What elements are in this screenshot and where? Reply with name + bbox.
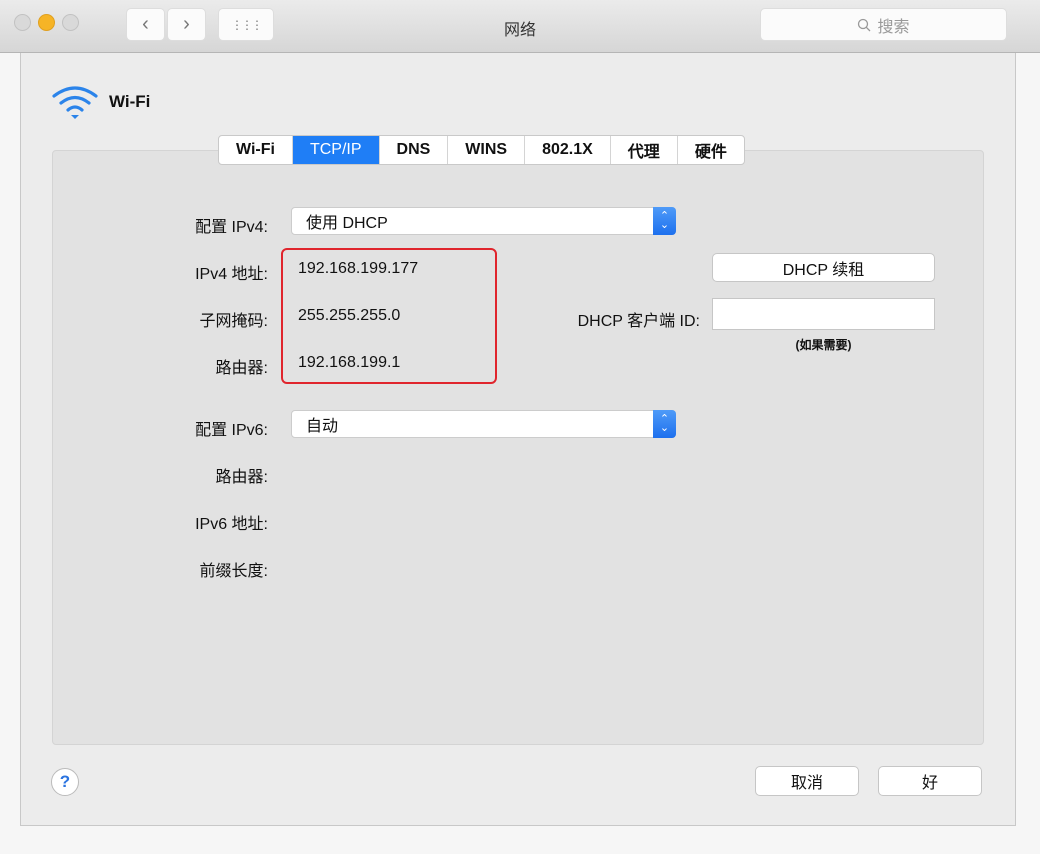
tab-hardware[interactable]: 硬件 (678, 136, 744, 164)
configure-ipv6-value: 自动 (306, 412, 338, 436)
configure-ipv6-label: 配置 IPv6: (68, 416, 268, 440)
tab-8021x[interactable]: 802.1X (525, 136, 611, 164)
cancel-button[interactable]: 取消 (755, 766, 859, 796)
question-icon: ? (60, 772, 70, 792)
help-button[interactable]: ? (51, 768, 79, 796)
router-label: 路由器: (68, 354, 268, 378)
tab-proxy[interactable]: 代理 (611, 136, 678, 164)
select-chevron-icon: ⌃⌄ (653, 410, 676, 438)
tab-wins[interactable]: WINS (448, 136, 525, 164)
title-bar: ‹ › ⋮⋮⋮ 网络 搜索 (0, 0, 1040, 53)
configure-ipv4-value: 使用 DHCP (306, 209, 388, 233)
tab-bar: Wi-Fi TCP/IP DNS WINS 802.1X 代理 硬件 (218, 135, 745, 165)
subnet-mask-label: 子网掩码: (68, 307, 268, 331)
search-placeholder: 搜索 (877, 13, 909, 37)
dhcp-client-id-label: DHCP 客户端 ID: (500, 307, 700, 331)
configure-ipv4-select[interactable]: 使用 DHCP ⌃⌄ (291, 207, 676, 235)
settings-panel (52, 150, 984, 745)
prefix-length-label: 前缀长度: (68, 557, 268, 581)
dhcp-client-id-input[interactable] (712, 298, 935, 330)
highlight-box (281, 248, 497, 384)
tab-tcpip[interactable]: TCP/IP (293, 136, 380, 164)
dhcp-renew-button[interactable]: DHCP 续租 (712, 253, 935, 282)
configure-ipv4-label: 配置 IPv4: (68, 213, 268, 237)
ipv4-address-label: IPv4 地址: (68, 260, 268, 284)
search-input[interactable]: 搜索 (760, 8, 1007, 41)
tab-dns[interactable]: DNS (380, 136, 449, 164)
ipv6-router-label: 路由器: (68, 463, 268, 487)
configure-ipv6-select[interactable]: 自动 ⌃⌄ (291, 410, 676, 438)
tab-wifi[interactable]: Wi-Fi (219, 136, 293, 164)
dhcp-client-id-hint: (如果需要) (712, 336, 935, 353)
search-icon (857, 18, 871, 32)
ok-button[interactable]: 好 (878, 766, 982, 796)
wifi-icon (50, 84, 100, 120)
interface-name: Wi-Fi (109, 92, 150, 112)
ipv6-address-label: IPv6 地址: (68, 510, 268, 534)
select-chevron-icon: ⌃⌄ (653, 207, 676, 235)
